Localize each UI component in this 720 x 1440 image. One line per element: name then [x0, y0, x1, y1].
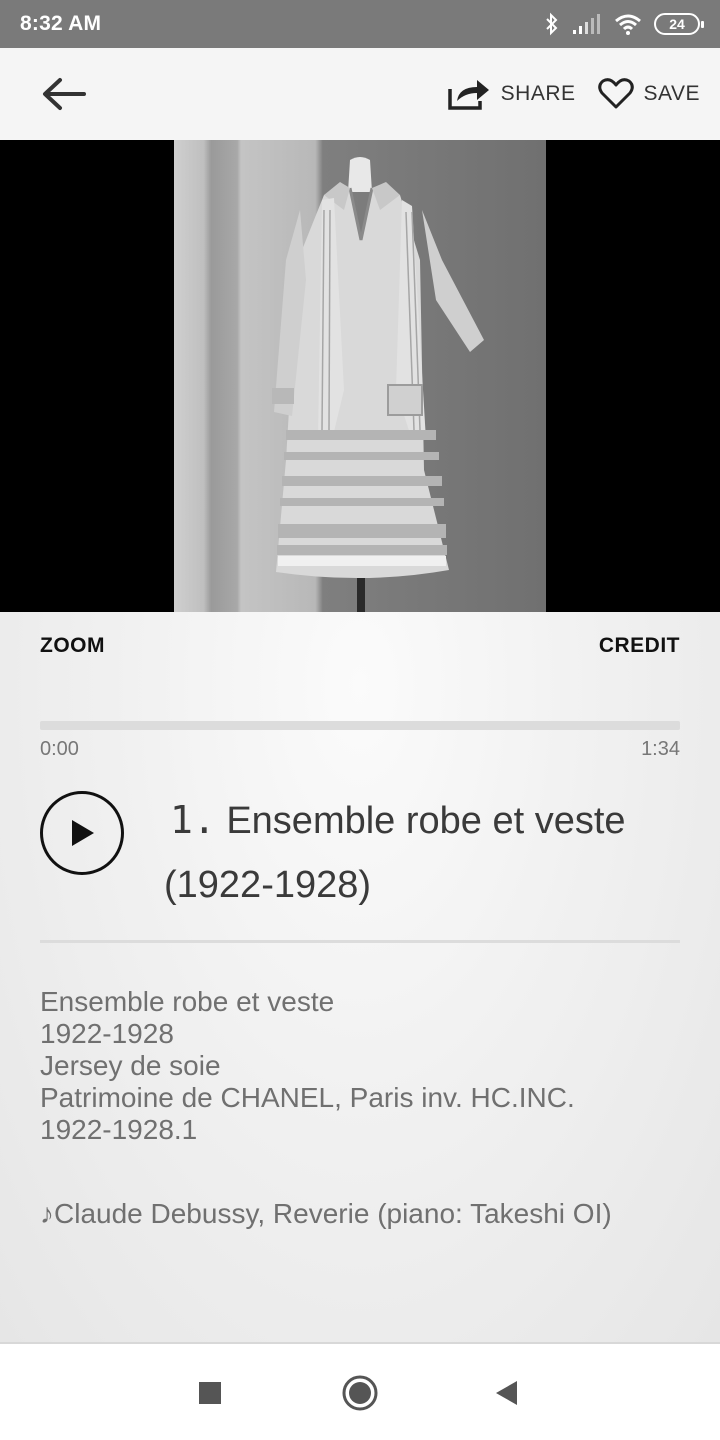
- heart-icon: [597, 78, 634, 109]
- artwork-description: Ensemble robe et veste 1922-1928 Jersey …: [40, 986, 690, 1146]
- save-button[interactable]: SAVE: [597, 78, 700, 110]
- share-label: SHARE: [500, 82, 576, 105]
- description-line: Jersey de soie: [40, 1050, 221, 1081]
- recents-square-icon: [199, 1382, 221, 1404]
- status-time: 8:32 AM: [20, 12, 102, 35]
- description-line: 1922-1928.1: [40, 1114, 198, 1145]
- back-button[interactable]: [476, 1344, 536, 1440]
- signal-icon: [573, 14, 600, 34]
- battery-icon: 24: [654, 13, 704, 35]
- home-circle-icon: [342, 1375, 378, 1411]
- back-arrow-icon[interactable]: [40, 76, 86, 112]
- artwork-image[interactable]: [0, 140, 720, 612]
- track-title: 1. Ensemble robe et veste (1922-1928): [164, 788, 684, 917]
- toolbar-actions: SHARE SAVE: [425, 77, 700, 111]
- toolbar: SHARE SAVE: [0, 48, 720, 140]
- wifi-icon: [615, 14, 641, 35]
- total-time: 1:34: [641, 738, 680, 760]
- back-triangle-icon: [496, 1381, 517, 1405]
- audio-progress-slider[interactable]: [40, 721, 680, 730]
- share-icon: [447, 80, 489, 110]
- divider: [40, 940, 680, 943]
- music-credit: ♪Claude Debussy, Reverie (piano: Takeshi…: [40, 1198, 612, 1229]
- recents-button[interactable]: [180, 1344, 240, 1440]
- track-number: 1.: [170, 798, 216, 842]
- description-line: 1922-1928: [40, 1018, 174, 1049]
- description-line: Patrimoine de CHANEL, Paris inv. HC.INC.: [40, 1082, 575, 1113]
- zoom-button[interactable]: ZOOM: [40, 634, 105, 658]
- artwork-photo: [174, 140, 546, 612]
- share-button[interactable]: SHARE: [447, 77, 576, 111]
- home-button[interactable]: [330, 1344, 390, 1440]
- track-title-text: Ensemble robe et veste (1922-1928): [164, 800, 664, 906]
- current-time: 0:00: [40, 738, 79, 760]
- bluetooth-icon: [546, 12, 558, 36]
- play-button[interactable]: [40, 791, 124, 875]
- status-icons: 24: [544, 12, 704, 36]
- credit-button[interactable]: CREDIT: [599, 634, 680, 658]
- description-line: Ensemble robe et veste: [40, 986, 335, 1017]
- status-bar: 8:32 AM 24: [0, 0, 720, 48]
- save-label: SAVE: [643, 82, 700, 105]
- play-icon: [72, 820, 94, 846]
- dress-illustration: [272, 157, 484, 612]
- content-panel: ZOOM CREDIT 0:00 1:34 1. Ensemble robe e…: [0, 612, 720, 1342]
- navigation-bar: [0, 1342, 720, 1440]
